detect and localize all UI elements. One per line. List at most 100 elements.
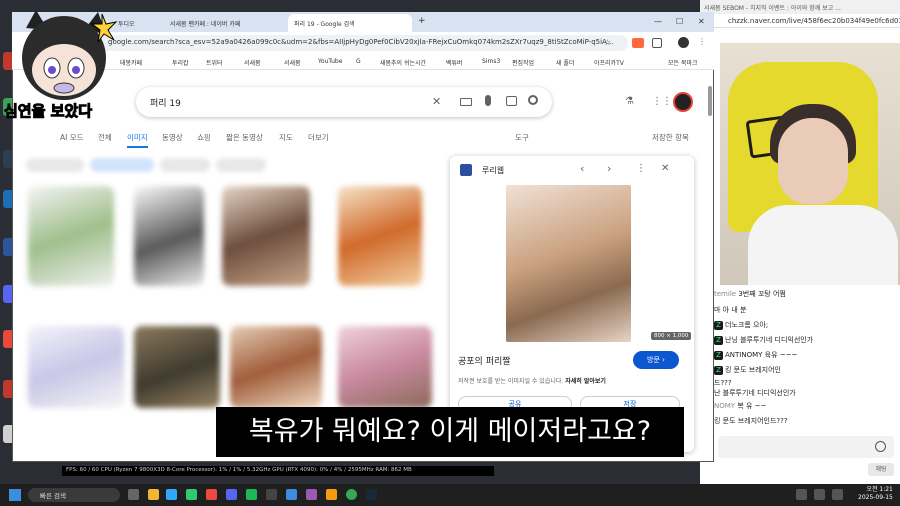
image-title[interactable]: 공포의 퍼리짤: [458, 354, 511, 367]
more-options-icon[interactable]: ⋮: [636, 163, 646, 174]
mic-icon[interactable]: [485, 95, 491, 106]
filter-chip[interactable]: [216, 158, 266, 172]
emoji-icon[interactable]: [875, 441, 886, 452]
image-result[interactable]: [230, 326, 322, 408]
tab-maps[interactable]: 지도: [279, 132, 293, 143]
app-icon[interactable]: [286, 489, 297, 500]
image-result[interactable]: [338, 186, 422, 286]
source-site[interactable]: 루리웹: [482, 165, 504, 176]
image-result[interactable]: [28, 186, 114, 286]
tray-icon[interactable]: [796, 489, 807, 500]
lens-icon[interactable]: [506, 96, 517, 106]
chat-message: Z ANTINOMY 육유 ~~~: [714, 350, 797, 360]
bookmark[interactable]: 새봄추의 쉬는시간: [380, 58, 426, 67]
taskview-icon[interactable]: [128, 489, 139, 500]
minimize-button[interactable]: —: [652, 14, 666, 32]
keyboard-icon[interactable]: [460, 98, 472, 106]
image-result[interactable]: [222, 186, 310, 286]
bookmark[interactable]: 편집작업: [512, 58, 534, 67]
subtitle-caption: 복유가 뭐예요? 이게 메이저라고요?: [216, 407, 684, 457]
bookmark[interactable]: 서새봄: [244, 58, 261, 67]
tab-ai-mode[interactable]: AI 모드: [60, 132, 84, 143]
image-result[interactable]: [338, 326, 432, 408]
streamer-face: [778, 118, 848, 204]
image-result[interactable]: [28, 326, 124, 408]
filter-chip[interactable]: [160, 158, 210, 172]
bookmark[interactable]: 아프리카TV: [594, 58, 624, 67]
bookmark[interactable]: Sims3: [482, 58, 500, 65]
clear-icon[interactable]: ✕: [432, 95, 441, 108]
chat-message: 킹 문도 브레지어인드???: [714, 417, 788, 425]
bookmark[interactable]: 투리캅: [172, 58, 189, 67]
bookmark[interactable]: 서새봄: [284, 58, 301, 67]
filter-chip[interactable]: [90, 158, 154, 172]
tray-icon[interactable]: [832, 489, 843, 500]
scrollbar[interactable]: [708, 86, 712, 116]
taskbar-search[interactable]: 빠른 검색: [28, 488, 120, 502]
chat-badge-icon: Z: [714, 350, 723, 360]
close-window-button[interactable]: ✕: [696, 14, 710, 32]
app-icon[interactable]: [306, 489, 317, 500]
tab-more[interactable]: 더보기: [308, 132, 329, 143]
sticker-caption: 심연을 보았다: [3, 102, 93, 121]
app-icon[interactable]: [266, 489, 277, 500]
bookmark[interactable]: 벡튜버: [446, 58, 463, 67]
close-panel-icon[interactable]: ✕: [661, 163, 669, 174]
prev-icon[interactable]: ‹: [580, 162, 584, 175]
bookmark[interactable]: YouTube: [318, 58, 342, 65]
tab-all[interactable]: 전체: [98, 132, 112, 143]
tab-images[interactable]: 이미지: [127, 132, 148, 148]
chat-input[interactable]: [718, 436, 894, 458]
tools-button[interactable]: 도구: [515, 132, 529, 143]
search-icon[interactable]: [528, 95, 538, 105]
discord-icon[interactable]: [226, 489, 237, 500]
puzzle-icon[interactable]: [652, 38, 662, 48]
labs-icon[interactable]: ⚗: [625, 96, 634, 107]
account-avatar[interactable]: [673, 92, 693, 112]
chat-message: 난 블루투기네 디디익선인가: [714, 389, 796, 397]
tab-shopping[interactable]: 쇼핑: [197, 132, 211, 143]
taskbar-clock[interactable]: 오전 1:21 2025-09-15: [858, 486, 893, 502]
address-bar[interactable]: google.com/search?sca_esv=52a9a0426a099c…: [98, 35, 628, 51]
app-icon[interactable]: [326, 489, 337, 500]
visit-button[interactable]: 방문 ›: [633, 351, 679, 369]
image-result[interactable]: [134, 186, 204, 286]
star-icon[interactable]: ☆: [604, 38, 611, 47]
bookmark[interactable]: G: [356, 58, 361, 65]
stream-url[interactable]: chzzk.naver.com/live/458f6ec20b034f49e0f…: [700, 14, 900, 28]
preview-image[interactable]: [506, 185, 631, 342]
steam-icon[interactable]: [366, 489, 377, 500]
explorer-icon[interactable]: [148, 489, 159, 500]
image-result[interactable]: [134, 326, 220, 408]
app-icon[interactable]: [246, 489, 257, 500]
maximize-button[interactable]: ☐: [674, 14, 688, 32]
performance-overlay: FPS: 60 / 60 CPU (Ryzen 7 9800X3D 8-Core…: [62, 466, 494, 476]
browser-tab-active[interactable]: 퍼리 19 - Google 검색: [288, 14, 412, 32]
windows-start-icon[interactable]: [9, 489, 21, 501]
tab-short-videos[interactable]: 짧은 동영상: [226, 132, 263, 143]
bookmark-all[interactable]: 모든 북마크: [668, 58, 698, 67]
extension-icon[interactable]: [632, 38, 644, 48]
bookmark[interactable]: 트위터: [206, 58, 223, 67]
chat-message: 드???: [714, 379, 732, 387]
app-icon[interactable]: [206, 489, 217, 500]
chat-send-button[interactable]: 채팅: [868, 463, 894, 476]
photoshop-icon[interactable]: [166, 489, 177, 500]
profile-avatar[interactable]: [678, 37, 689, 48]
chat-message: Z킹 문도 브레지어인: [714, 365, 781, 375]
chrome-icon[interactable]: [346, 489, 357, 500]
app-icon[interactable]: [186, 489, 197, 500]
tab-videos[interactable]: 동영상: [162, 132, 183, 143]
bookmark[interactable]: 새 폴더: [556, 58, 574, 67]
next-icon[interactable]: ›: [607, 162, 611, 175]
browser-tab[interactable]: 서새봄 팬카페 : 네이버 카페: [164, 14, 286, 32]
chat-badge-icon: Z: [714, 365, 723, 375]
apps-grid-icon[interactable]: ⋮⋮: [652, 96, 672, 107]
menu-icon[interactable]: ⋮: [698, 37, 706, 46]
saved-items-link[interactable]: 저장한 항목: [652, 132, 689, 143]
tray-icon[interactable]: [814, 489, 825, 500]
new-tab-button[interactable]: +: [414, 14, 430, 32]
filter-chip[interactable]: [26, 158, 84, 172]
learn-more-link[interactable]: 자세히 알아보기: [565, 378, 606, 385]
streamer-shirt: [748, 205, 898, 285]
